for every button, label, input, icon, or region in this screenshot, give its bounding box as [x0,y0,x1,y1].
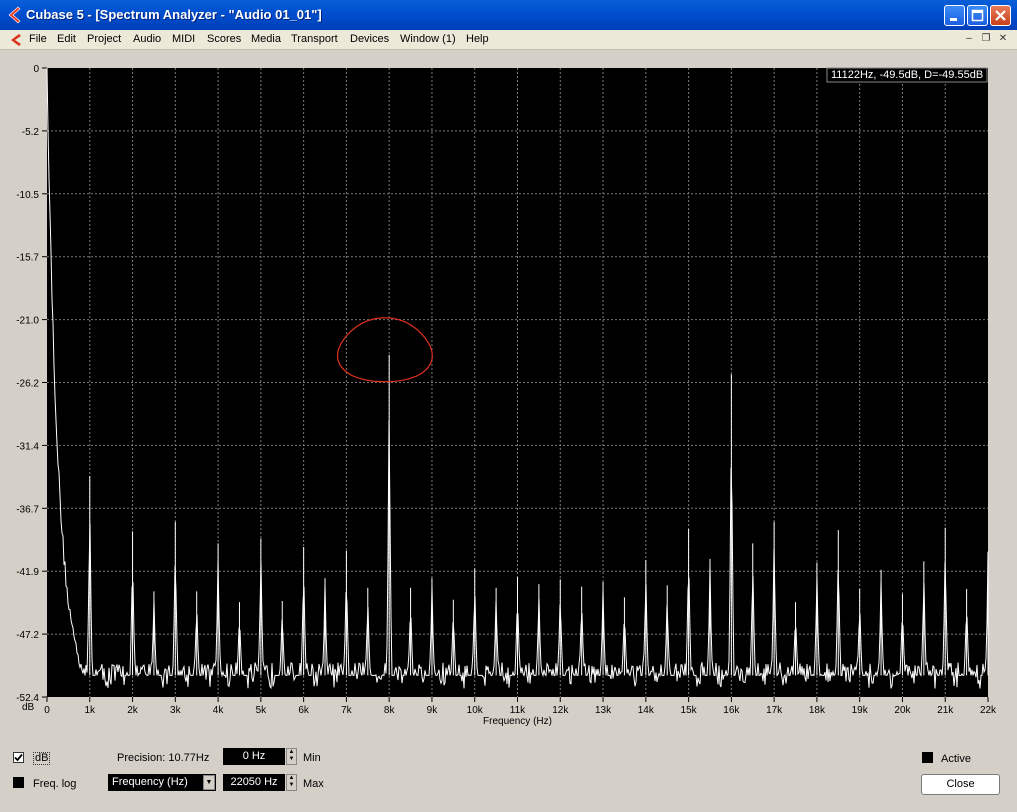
y-tick-label: -41.9 [16,567,39,578]
x-tick-label: 17k [766,705,783,716]
x-tick-label: 8k [384,705,396,716]
precision-readout: Precision: 10.77Hz [117,752,210,764]
spectrum-graph[interactable]: 0 -5.2 -10.5 -15.7 -21.0 -26.2 -31.4 -36.7 -41.9… [6,52,1011,742]
max-label: Max [303,778,324,790]
mdi-restore-icon[interactable]: ❐ [979,33,993,45]
min-frequency-field[interactable]: 0 Hz [223,748,285,765]
x-tick-label: 15k [681,705,698,716]
cubase-logo-icon[interactable] [6,6,22,24]
menu-window[interactable]: Window (1) [400,33,456,45]
y-axis: 0 -5.2 -10.5 -15.7 -21.0 -26.2 -31.4 -36.7 -41.9… [16,64,47,704]
title-bar: Cubase 5 - [Spectrum Analyzer - "Audio 0… [0,0,1017,30]
y-tick-label: -26.2 [16,379,39,390]
y-tick-label: 0 [33,64,39,75]
x-tick-label: 0 [44,705,50,716]
x-tick-label: 19k [852,705,869,716]
db-checkbox[interactable] [13,752,24,763]
x-tick-label: 7k [341,705,353,716]
close-window-button[interactable] [990,5,1011,26]
y-tick-label: -5.2 [22,127,40,138]
active-label[interactable]: Active [941,753,971,765]
dropdown-arrow-icon[interactable]: ▼ [203,775,215,790]
menu-project[interactable]: Project [87,33,121,45]
close-icon [995,10,1006,21]
x-tick-label: 11k [510,705,526,716]
checkmark-icon [14,753,23,762]
menu-midi[interactable]: MIDI [172,33,195,45]
x-tick-label: 6k [298,705,310,716]
x-tick-label: 4k [213,705,225,716]
spectrum-chart: 0 -5.2 -10.5 -15.7 -21.0 -26.2 -31.4 -36.7 -41.9… [16,64,997,727]
y-tick-label: -47.2 [16,630,39,641]
menu-edit[interactable]: Edit [57,33,76,45]
max-frequency-field[interactable]: 22050 Hz [223,774,285,791]
window-title: Cubase 5 - [Spectrum Analyzer - "Audio 0… [26,7,322,22]
close-button[interactable]: Close [921,774,1000,795]
x-tick-label: 13k [595,705,612,716]
mdi-minimize-icon[interactable]: – [962,33,976,45]
x-tick-label: 1k [84,705,96,716]
x-tick-label: 12k [552,705,569,716]
freq-log-checkbox[interactable] [13,777,24,788]
x-tick-label: 10k [467,705,484,716]
active-checkbox[interactable] [922,752,933,763]
menu-scores[interactable]: Scores [207,33,241,45]
x-tick-label: 18k [809,705,826,716]
menu-devices[interactable]: Devices [350,33,389,45]
x-tick-label: 2k [127,705,139,716]
maximize-icon [971,9,984,22]
x-tick-label: 5k [256,705,268,716]
menu-file[interactable]: File [29,33,47,45]
x-tick-label: 16k [723,705,740,716]
y-tick-label: -36.7 [16,504,39,515]
cursor-readout: 11122Hz, -49.5dB, D=-49.55dB [831,69,983,81]
mdi-close-icon[interactable]: ✕ [996,33,1010,45]
x-axis-mode-select[interactable]: Frequency (Hz) [108,774,216,791]
db-label[interactable]: dB [33,752,51,765]
y-tick-label: -15.7 [16,253,39,264]
cubase-menu-icon[interactable] [9,33,23,47]
x-tick-label: 14k [638,705,655,716]
x-tick-label: 20k [894,705,911,716]
y-axis-unit: dB [22,702,35,713]
x-tick-label: 21k [937,705,954,716]
y-tick-label: -10.5 [16,190,39,201]
min-label: Min [303,752,321,764]
max-spinner[interactable]: ▲ ▼ [286,774,297,791]
x-tick-label: 9k [427,705,439,716]
x-tick-label: 3k [170,705,182,716]
minimize-icon [950,18,957,21]
minimize-button[interactable] [944,5,965,26]
menu-audio[interactable]: Audio [133,33,161,45]
min-spinner[interactable]: ▲ ▼ [286,748,297,765]
y-tick-label: -21.0 [16,316,39,327]
x-tick-label: 22k [980,705,997,716]
menu-help[interactable]: Help [466,33,489,45]
maximize-button[interactable] [967,5,988,26]
menu-transport[interactable]: Transport [291,33,338,45]
freq-log-label[interactable]: Freq. log [33,778,76,790]
menu-media[interactable]: Media [251,33,281,45]
x-axis-label: Frequency (Hz) [483,716,552,727]
menu-bar: File Edit Project Audio MIDI Scores Medi… [0,30,1017,50]
y-tick-label: -31.4 [16,441,39,452]
x-axis: 0 1k 2k 3k 4k 5k 6k 7k 8k 9k 10k 11k 12k 13k 14k 15k 16k… [44,697,997,716]
